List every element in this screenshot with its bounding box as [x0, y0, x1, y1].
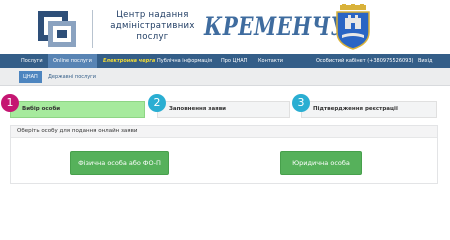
cnap-logo-icon: [38, 11, 76, 47]
step-2-label: Заповнення заяви: [169, 106, 227, 112]
step-2-number: 2: [148, 94, 166, 112]
nav-item-services[interactable]: Послуги: [21, 54, 43, 68]
logout-link[interactable]: Вихід: [418, 54, 433, 68]
panel-title: Оберіть особу для подання онлайн заяви: [11, 126, 437, 138]
logo-text: Центр надання адміністративних послуг: [92, 10, 205, 48]
nav-item-e-queue[interactable]: Електронна черга: [103, 54, 155, 68]
coat-of-arms-icon: [336, 4, 370, 50]
sub-navbar: ЦНАП Державні послуги: [0, 68, 450, 86]
logo-line-1: Центр надання: [116, 10, 189, 20]
step-3-number: 3: [292, 94, 310, 112]
legal-entity-button[interactable]: Юридична особа: [280, 151, 362, 175]
subnav-item-state-services[interactable]: Державні послуги: [48, 71, 96, 83]
step-1: Вибір особи: [10, 101, 145, 118]
nav-item-about[interactable]: Про ЦНАП: [221, 54, 247, 68]
site-header: Центр надання адміністративних послуг КР…: [0, 0, 450, 54]
step-2: Заповнення заяви: [157, 101, 290, 118]
logo-line-3: послуг: [136, 32, 169, 42]
nav-item-contacts[interactable]: Контакти: [258, 54, 283, 68]
step-3: Підтвердження реєстрації: [301, 101, 437, 118]
step-3-label: Підтвердження реєстрації: [313, 106, 398, 112]
main-navbar: Послуги Online послуги Електронна черга …: [0, 54, 450, 68]
personal-cabinet-link[interactable]: Особистий кабінет (+380975526093): [316, 54, 414, 68]
individual-person-button[interactable]: Фізична особа або ФО-П: [70, 151, 169, 175]
step-1-label: Вибір особи: [22, 106, 61, 112]
nav-item-online-services[interactable]: Online послуги: [48, 54, 97, 68]
nav-item-public-info[interactable]: Публічна інформація: [157, 54, 212, 68]
subnav-item-cnap[interactable]: ЦНАП: [19, 71, 42, 83]
logo-line-2: адміністративних: [110, 21, 195, 31]
step-1-number: 1: [1, 94, 19, 112]
panel-title-text: Оберіть особу для подання онлайн заяви: [17, 128, 138, 134]
